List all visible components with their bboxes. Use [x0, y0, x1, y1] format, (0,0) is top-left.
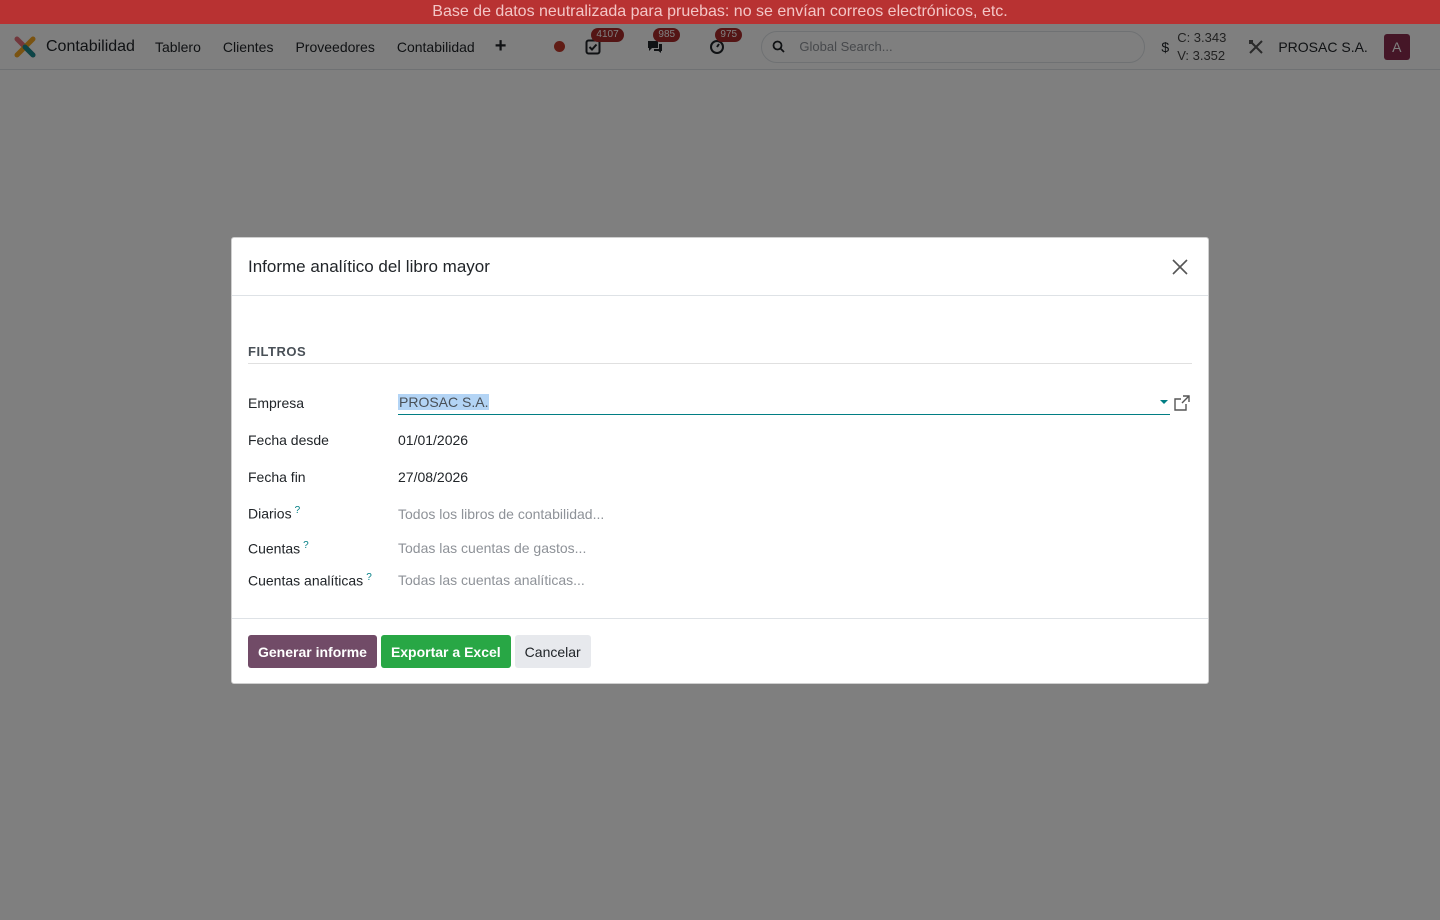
- diarios-label: Diarios?: [248, 505, 398, 522]
- help-tooltip-icon[interactable]: ?: [366, 572, 372, 583]
- cancel-button[interactable]: Cancelar: [514, 635, 591, 668]
- field-cuentas-analiticas: Cuentas analíticas? Todas las cuentas an…: [248, 564, 1192, 596]
- help-tooltip-icon[interactable]: ?: [295, 505, 301, 516]
- field-diarios: Diarios? Todos los libros de contabilida…: [248, 495, 1192, 532]
- field-cuentas: Cuentas? Todas las cuentas de gastos...: [248, 532, 1192, 564]
- help-tooltip-icon[interactable]: ?: [303, 540, 309, 551]
- close-icon: [1172, 258, 1188, 275]
- analiticas-label: Cuentas analíticas?: [248, 572, 398, 589]
- empresa-label: Empresa: [248, 394, 305, 411]
- external-link-icon[interactable]: [1174, 394, 1190, 411]
- dialog-body: FILTROS Empresa PROSAC S.A. Fecha desde …: [232, 296, 1208, 619]
- field-fecha-desde: Fecha desde 01/01/2026: [248, 421, 1192, 458]
- fecha-fin-input[interactable]: 27/08/2026: [398, 469, 468, 485]
- fecha-fin-label: Fecha fin: [248, 468, 306, 485]
- fecha-desde-input[interactable]: 01/01/2026: [398, 432, 468, 448]
- dialog-footer: Generar informe Exportar a Excel Cancela…: [232, 619, 1208, 684]
- test-database-banner: Base de datos neutralizada para pruebas:…: [0, 0, 1440, 24]
- cuentas-input[interactable]: Todas las cuentas de gastos...: [398, 540, 586, 556]
- close-button[interactable]: [1168, 255, 1192, 279]
- cuentas-label: Cuentas?: [248, 540, 398, 557]
- analiticas-label-text: Cuentas analíticas: [248, 572, 364, 589]
- empresa-select[interactable]: PROSAC S.A.: [398, 391, 1170, 415]
- analiticas-input[interactable]: Todas las cuentas analíticas...: [398, 572, 585, 588]
- chevron-down-icon[interactable]: [1160, 400, 1168, 404]
- field-empresa: Empresa PROSAC S.A.: [248, 384, 1192, 421]
- export-excel-button[interactable]: Exportar a Excel: [380, 635, 511, 668]
- diarios-label-text: Diarios: [248, 505, 292, 522]
- empresa-value[interactable]: PROSAC S.A.: [398, 394, 490, 410]
- dialog-header: Informe analítico del libro mayor: [232, 238, 1208, 296]
- cuentas-label-text: Cuentas: [248, 540, 301, 557]
- filters-section-title: FILTROS: [248, 344, 1192, 364]
- fecha-desde-label: Fecha desde: [248, 431, 329, 448]
- report-dialog: Informe analítico del libro mayor FILTRO…: [231, 237, 1209, 684]
- field-fecha-fin: Fecha fin 27/08/2026: [248, 458, 1192, 495]
- generate-report-button[interactable]: Generar informe: [248, 635, 377, 668]
- dialog-title: Informe analítico del libro mayor: [248, 256, 490, 276]
- diarios-input[interactable]: Todos los libros de contabilidad...: [398, 506, 604, 522]
